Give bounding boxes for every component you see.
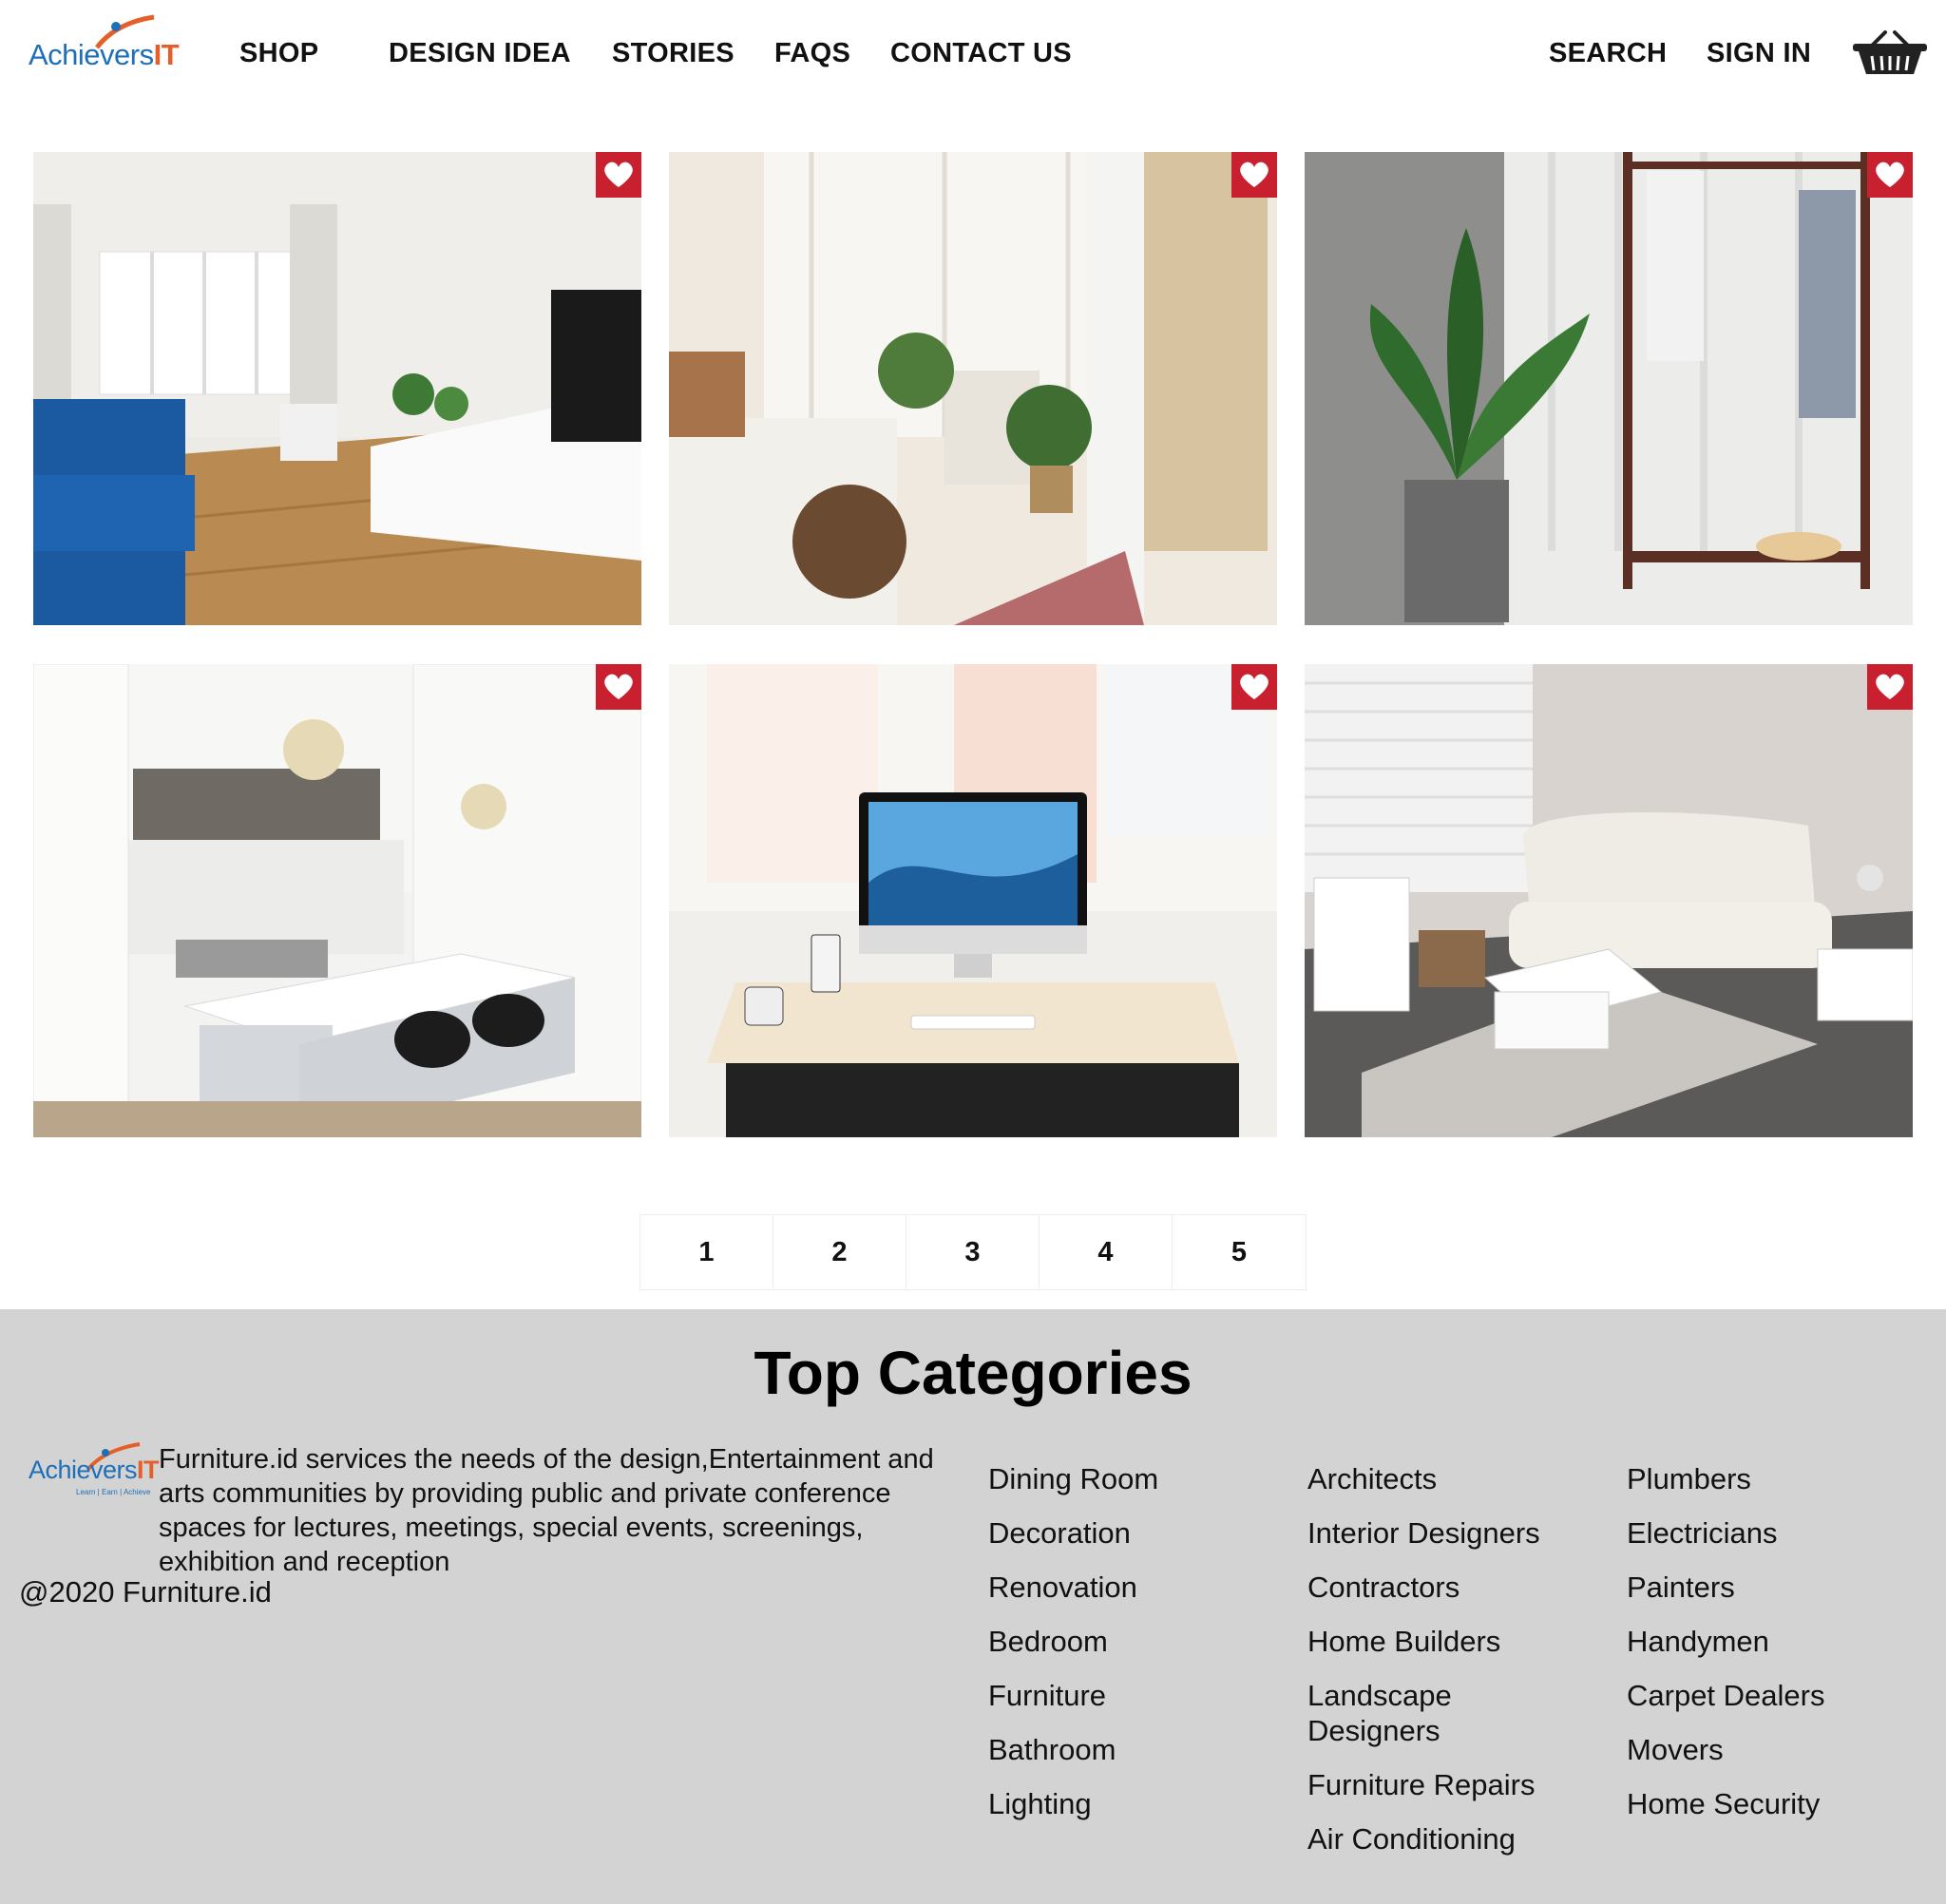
page-2-button[interactable]: 2 — [773, 1215, 906, 1289]
category-link[interactable]: Plumbers — [1627, 1461, 1940, 1496]
category-link[interactable]: Home Security — [1627, 1786, 1940, 1821]
gallery-card-bedroom[interactable] — [669, 152, 1277, 625]
category-column-services: Plumbers Electricians Painters Handymen … — [1627, 1461, 1940, 1840]
gallery-card-small-living-room[interactable] — [1305, 664, 1913, 1137]
category-link[interactable]: Bathroom — [988, 1732, 1302, 1767]
category-link[interactable]: Movers — [1627, 1732, 1940, 1767]
nav-search[interactable]: SEARCH — [1549, 38, 1667, 69]
page-5-button[interactable]: 5 — [1173, 1215, 1306, 1289]
kitchen-image — [33, 664, 641, 1137]
favorite-button[interactable] — [1867, 664, 1913, 710]
category-link[interactable]: Renovation — [988, 1570, 1302, 1605]
category-link[interactable]: Contractors — [1307, 1570, 1593, 1605]
small-living-room-image — [1305, 664, 1913, 1137]
favorite-button[interactable] — [1231, 152, 1277, 198]
nav-stories[interactable]: STORIES — [612, 38, 735, 69]
heart-icon — [1240, 162, 1269, 187]
desk-image — [669, 664, 1277, 1137]
footer-logo[interactable]: AchieversIT Learn | Earn | Achieve — [29, 1442, 160, 1499]
category-link[interactable]: Bedroom — [988, 1624, 1302, 1659]
footer-copyright: @2020 Furniture.id — [19, 1575, 272, 1609]
gallery-card-kitchen[interactable] — [33, 664, 641, 1137]
favorite-button[interactable] — [1231, 664, 1277, 710]
logo-text: AchieversIT — [29, 38, 180, 71]
heart-icon — [1876, 162, 1904, 187]
gallery-card-plant-rack[interactable] — [1305, 152, 1913, 625]
shopping-basket-icon — [1853, 30, 1927, 74]
site-footer: Top Categories AchieversIT Learn | Earn … — [0, 1309, 1946, 1904]
favorite-button[interactable] — [1867, 152, 1913, 198]
heart-icon — [1240, 674, 1269, 699]
category-link[interactable]: Dining Room — [988, 1461, 1302, 1496]
category-column-rooms: Dining Room Decoration Renovation Bedroo… — [988, 1461, 1302, 1840]
pagination: 1 2 3 4 5 — [639, 1214, 1307, 1290]
category-link[interactable]: Air Conditioning — [1307, 1821, 1593, 1856]
heart-icon — [604, 162, 633, 187]
category-link[interactable]: Furniture — [988, 1678, 1302, 1713]
nav-faqs[interactable]: FAQS — [774, 38, 850, 69]
nav-shop[interactable]: SHOP — [239, 38, 318, 69]
plant-rack-image — [1305, 152, 1913, 625]
page-4-button[interactable]: 4 — [1040, 1215, 1173, 1289]
gallery-card-living-room[interactable] — [33, 152, 641, 625]
category-link[interactable]: Handymen — [1627, 1624, 1940, 1659]
category-link[interactable]: Interior Designers — [1307, 1515, 1593, 1551]
category-link[interactable]: Painters — [1627, 1570, 1940, 1605]
brand-logo[interactable]: AchieversIT — [29, 13, 180, 80]
category-link[interactable]: Home Builders — [1307, 1624, 1593, 1659]
page-3-button[interactable]: 3 — [906, 1215, 1040, 1289]
nav-design-idea[interactable]: DESIGN IDEA — [389, 38, 571, 69]
nav-sign-in[interactable]: SIGN IN — [1707, 38, 1811, 69]
category-link[interactable]: Electricians — [1627, 1515, 1940, 1551]
category-link[interactable]: Decoration — [988, 1515, 1302, 1551]
footer-title: Top Categories — [754, 1339, 1192, 1407]
bedroom-image — [669, 152, 1277, 625]
heart-icon — [1876, 674, 1904, 699]
category-link[interactable]: Carpet Dealers — [1627, 1678, 1940, 1713]
favorite-button[interactable] — [596, 664, 641, 710]
favorite-button[interactable] — [596, 152, 641, 198]
heart-icon — [604, 674, 633, 699]
page-1-button[interactable]: 1 — [640, 1215, 773, 1289]
cart-button[interactable] — [1851, 30, 1929, 76]
category-link[interactable]: Landscape Designers — [1307, 1678, 1517, 1748]
category-link[interactable]: Lighting — [988, 1786, 1302, 1821]
footer-logo-text: AchieversIT — [29, 1456, 160, 1484]
site-header: AchieversIT SHOP DESIGN IDEA STORIES FAQ… — [0, 0, 1946, 114]
footer-about-text: Furniture.id services the needs of the d… — [159, 1444, 934, 1577]
nav-contact-us[interactable]: CONTACT US — [890, 38, 1072, 69]
category-link[interactable]: Architects — [1307, 1461, 1593, 1496]
gallery-card-desk[interactable] — [669, 664, 1277, 1137]
footer-logo-tagline: Learn | Earn | Achieve — [76, 1488, 151, 1496]
category-column-professionals: Architects Interior Designers Contractor… — [1307, 1461, 1593, 1875]
category-link[interactable]: Furniture Repairs — [1307, 1767, 1593, 1802]
living-room-image — [33, 152, 641, 625]
